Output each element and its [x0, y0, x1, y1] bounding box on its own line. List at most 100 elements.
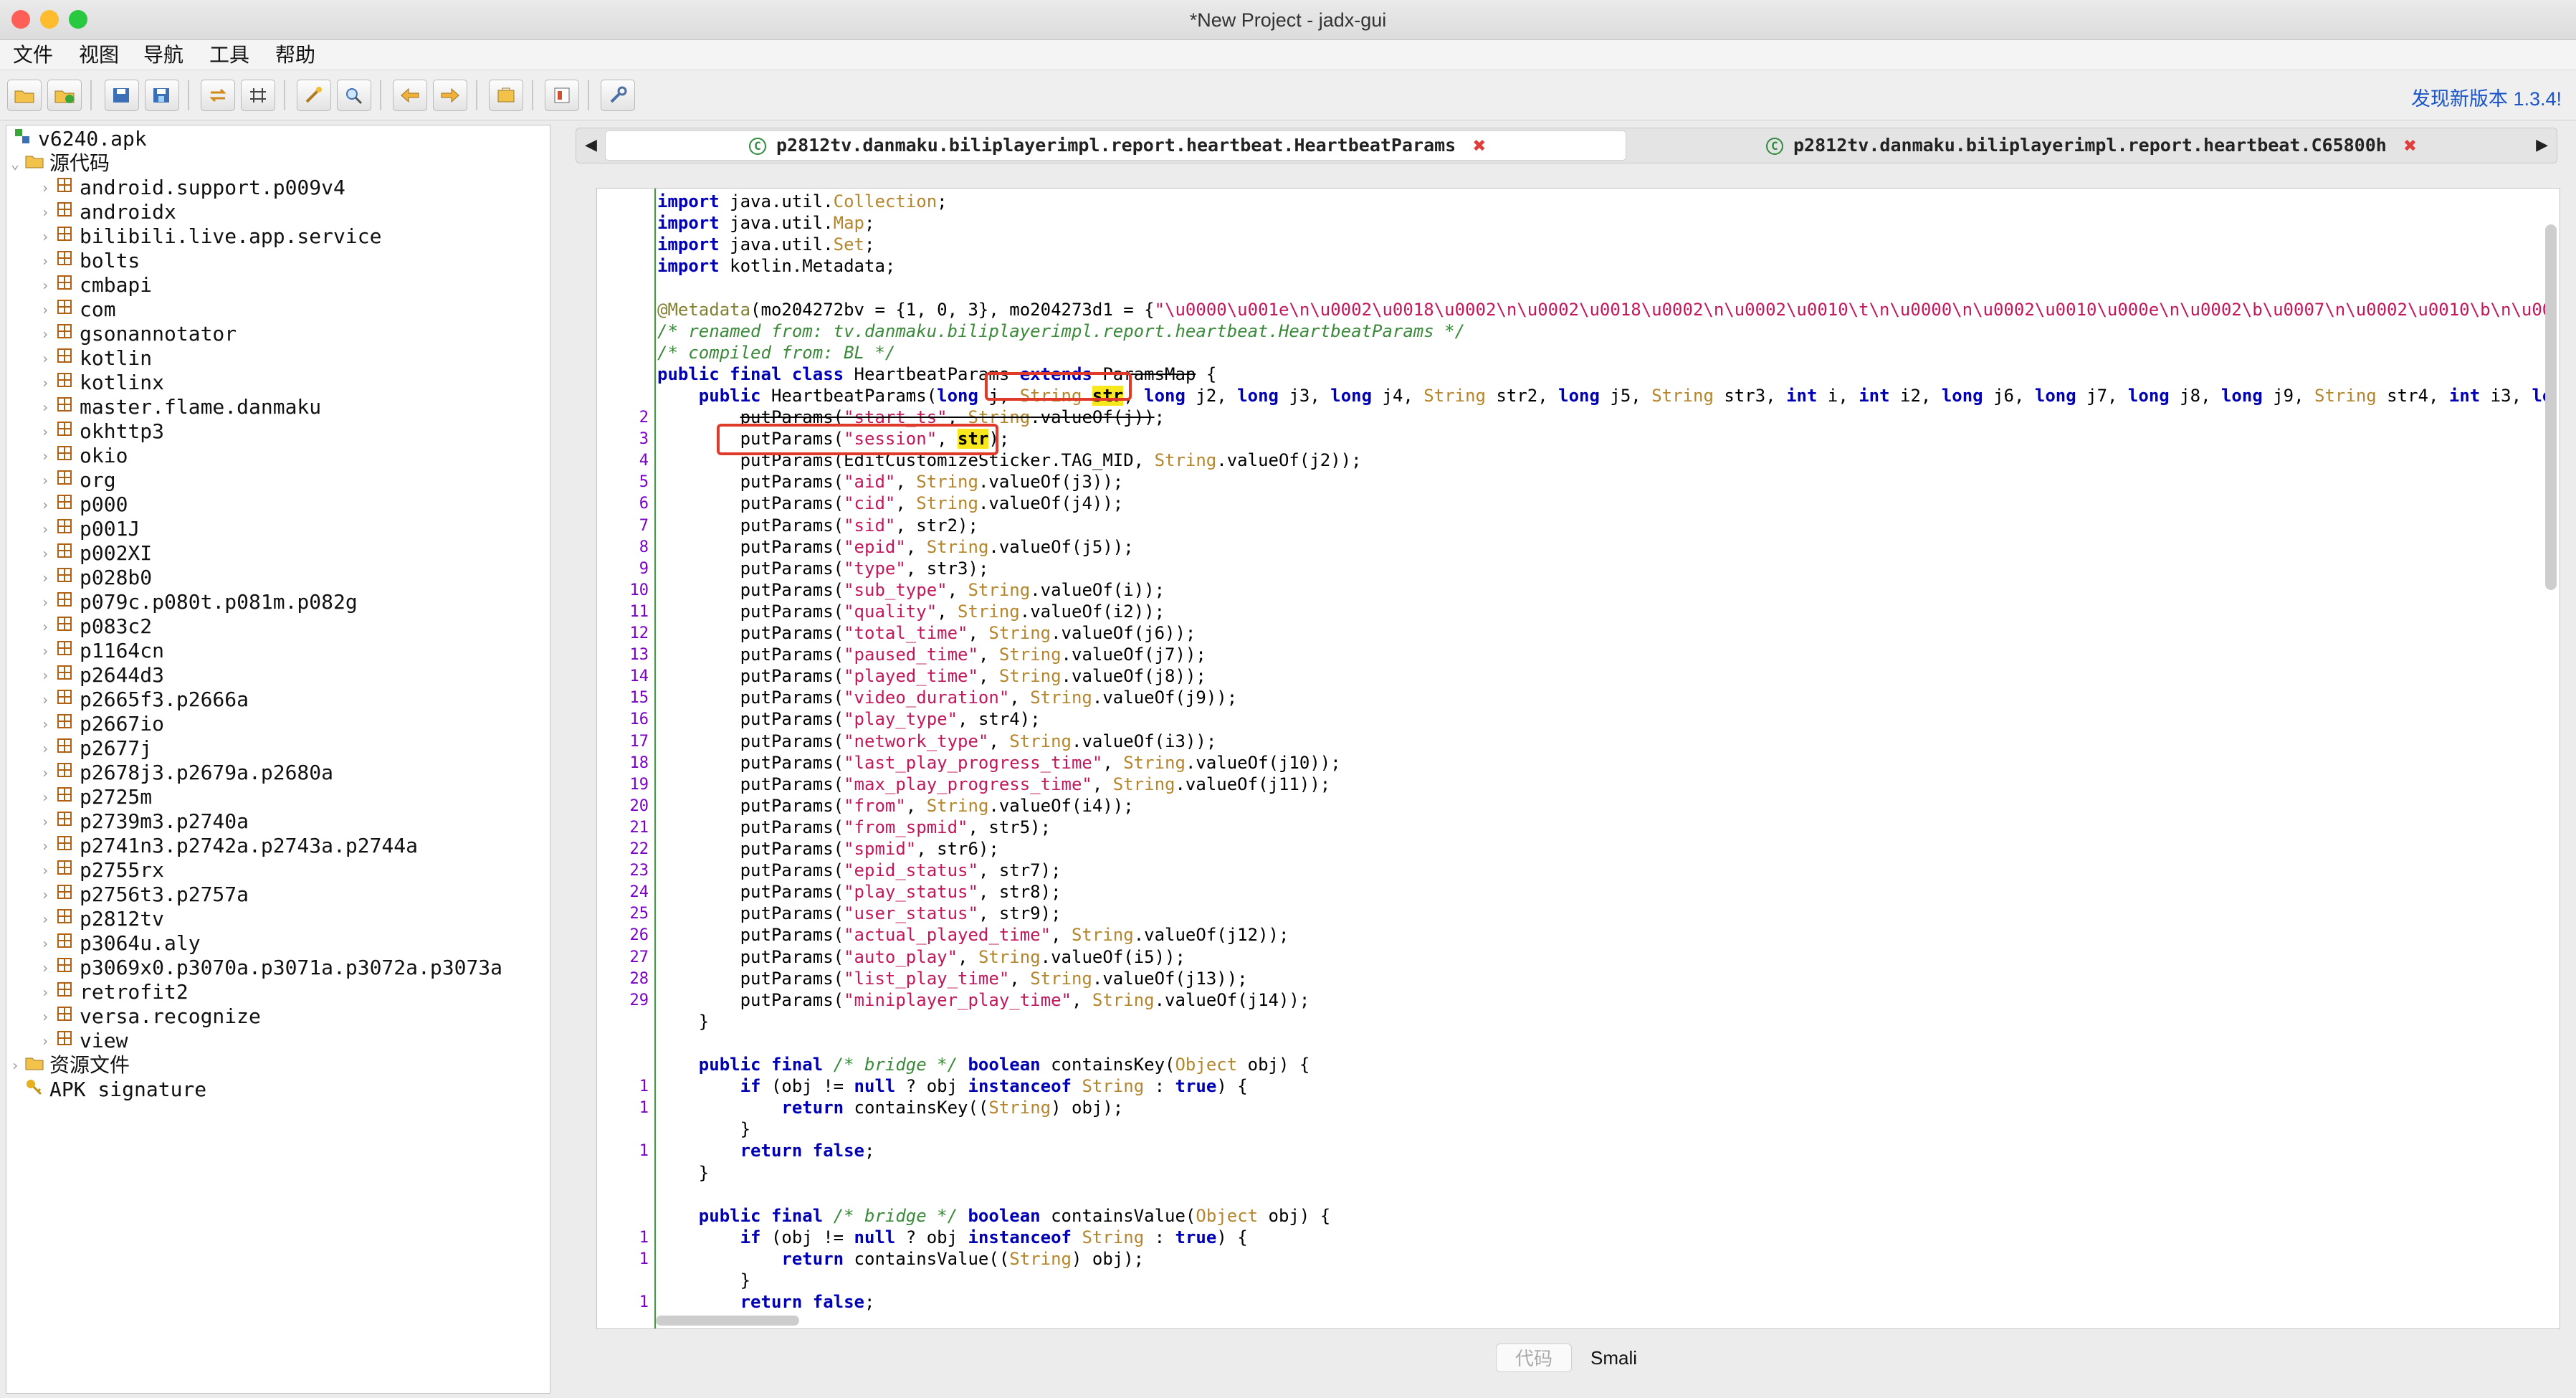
tree-item-package[interactable]: › p083c2: [6, 614, 550, 639]
decompile-icon[interactable]: [489, 80, 523, 111]
tree-item-package[interactable]: › retrofit2: [6, 980, 550, 1004]
collapse-arrow-icon[interactable]: ›: [38, 639, 52, 663]
save-icon[interactable]: [105, 80, 139, 111]
preferences-icon[interactable]: [601, 80, 635, 111]
tree-item-package[interactable]: › androidx: [6, 200, 550, 224]
collapse-arrow-icon[interactable]: ›: [38, 1004, 52, 1029]
menu-file[interactable]: 文件: [13, 40, 53, 70]
tree-item-signature[interactable]: APK signature: [6, 1078, 550, 1102]
tree-item-package[interactable]: › p2665f3.p2666a: [6, 688, 550, 712]
tree-item-package[interactable]: › okio: [6, 444, 550, 468]
tree-item-package[interactable]: › org: [6, 468, 550, 493]
collapse-arrow-icon[interactable]: ›: [38, 371, 52, 395]
log-viewer-icon[interactable]: [545, 80, 579, 111]
menu-tools[interactable]: 工具: [209, 40, 249, 70]
wand-icon[interactable]: [297, 80, 331, 111]
tab-scroll-right-icon[interactable]: ▶: [2536, 135, 2548, 154]
collapse-arrow-icon[interactable]: ›: [38, 566, 52, 590]
collapse-arrow-icon[interactable]: ›: [38, 322, 52, 346]
tree-item-package[interactable]: › p079c.p080t.p081m.p082g: [6, 590, 550, 614]
forward-arrow-icon[interactable]: [433, 80, 467, 111]
tree-item-package[interactable]: › p2644d3: [6, 663, 550, 688]
save-all-icon[interactable]: [145, 80, 179, 111]
code-area[interactable]: import java.util.Collection; import java.…: [656, 189, 2548, 1328]
tree-item-package[interactable]: › p2812tv: [6, 907, 550, 931]
code-view-tab[interactable]: 代码: [1496, 1344, 1573, 1372]
menu-help[interactable]: 帮助: [275, 40, 315, 70]
tree-item-package[interactable]: › p2725m: [6, 785, 550, 809]
collapse-arrow-icon[interactable]: ›: [38, 858, 52, 883]
tree-item-package[interactable]: › master.flame.danmaku: [6, 395, 550, 419]
collapse-arrow-icon[interactable]: ›: [38, 736, 52, 761]
collapse-arrow-icon[interactable]: ›: [38, 419, 52, 444]
collapse-arrow-icon[interactable]: ›: [38, 176, 52, 200]
collapse-arrow-icon[interactable]: ›: [38, 931, 52, 956]
add-file-icon[interactable]: [47, 80, 82, 111]
project-tree[interactable]: v6240.apk ⌄ 源代码 › android.support.p009v4 › and…: [6, 125, 550, 1394]
collapse-arrow-icon[interactable]: ›: [38, 346, 52, 371]
tree-item-package[interactable]: › p2678j3.p2679a.p2680a: [6, 761, 550, 785]
tree-item-package[interactable]: › p3064u.aly: [6, 931, 550, 956]
collapse-arrow-icon[interactable]: ›: [38, 907, 52, 931]
collapse-arrow-icon[interactable]: ›: [38, 298, 52, 322]
collapse-arrow-icon[interactable]: ›: [38, 956, 52, 980]
tree-item-package[interactable]: › p2741n3.p2742a.p2743a.p2744a: [6, 834, 550, 858]
tree-item-package[interactable]: › p002XI: [6, 541, 550, 566]
collapse-arrow-icon[interactable]: ›: [38, 590, 52, 614]
collapse-arrow-icon[interactable]: ›: [38, 541, 52, 566]
collapse-arrow-icon[interactable]: ›: [38, 980, 52, 1004]
tree-item-source[interactable]: ⌄ 源代码: [6, 151, 550, 176]
tree-item-package[interactable]: › p2756t3.p2757a: [6, 883, 550, 907]
collapse-arrow-icon[interactable]: ›: [38, 517, 52, 541]
tree-item-package[interactable]: › bolts: [6, 249, 550, 273]
tree-item-package[interactable]: › p1164cn: [6, 639, 550, 663]
update-notice-link[interactable]: 发现新版本 1.3.4!: [2411, 83, 2562, 111]
collapse-arrow-icon[interactable]: ›: [38, 1029, 52, 1053]
collapse-arrow-icon[interactable]: ›: [38, 761, 52, 785]
open-folder-icon[interactable]: [7, 80, 42, 111]
smali-view-tab[interactable]: Smali: [1572, 1344, 1656, 1372]
expand-icon[interactable]: [241, 80, 275, 111]
tree-item-package[interactable]: › android.support.p009v4: [6, 176, 550, 200]
panel-splitter[interactable]: [551, 125, 560, 1394]
collapse-arrow-icon[interactable]: ›: [38, 614, 52, 639]
tree-item-package[interactable]: › p3069x0.p3070a.p3071a.p3072a.p3073a: [6, 956, 550, 980]
expand-arrow-icon[interactable]: ⌄: [8, 151, 22, 176]
tree-item-package[interactable]: › p2755rx: [6, 858, 550, 883]
collapse-arrow-icon[interactable]: ›: [38, 249, 52, 273]
tab-c65800h[interactable]: Cp2812tv.danmaku.biliplayerimpl.report.h…: [1766, 131, 2417, 160]
tree-item-package[interactable]: › gsonannotator: [6, 322, 550, 346]
collapse-arrow-icon[interactable]: ›: [38, 444, 52, 468]
menu-view[interactable]: 视图: [79, 40, 119, 70]
menu-navigate[interactable]: 导航: [143, 40, 183, 70]
tree-item-package[interactable]: › view: [6, 1029, 550, 1053]
collapse-arrow-icon[interactable]: ›: [38, 883, 52, 907]
collapse-arrow-icon[interactable]: ›: [38, 224, 52, 249]
tree-item-package[interactable]: › kotlinx: [6, 371, 550, 395]
tab-scroll-left-icon[interactable]: ◀: [585, 135, 597, 154]
tree-item-package[interactable]: › p2667io: [6, 712, 550, 736]
tree-item-package[interactable]: › cmbapi: [6, 273, 550, 298]
tree-item-package[interactable]: › p001J: [6, 517, 550, 541]
tree-item-package[interactable]: › okhttp3: [6, 419, 550, 444]
collapse-arrow-icon[interactable]: ›: [38, 809, 52, 834]
tree-item-package[interactable]: › versa.recognize: [6, 1004, 550, 1029]
back-arrow-icon[interactable]: [393, 80, 427, 111]
collapse-arrow-icon[interactable]: ›: [38, 688, 52, 712]
collapse-arrow-icon[interactable]: ›: [38, 785, 52, 809]
tree-item-package[interactable]: › p000: [6, 493, 550, 517]
tree-item-package[interactable]: › bilibili.live.app.service: [6, 224, 550, 249]
collapse-arrow-icon[interactable]: ›: [38, 468, 52, 493]
close-tab-icon[interactable]: ✖: [1473, 133, 1486, 158]
collapse-arrow-icon[interactable]: ›: [38, 712, 52, 736]
collapse-arrow-icon[interactable]: ›: [38, 663, 52, 688]
collapse-arrow-icon[interactable]: ›: [8, 1053, 22, 1078]
code-editor[interactable]: 2 3 4 5 6 7 8 9 10 11 12 13 14 15 16 17 18 19 20 21 22 23 24 25…: [596, 188, 2560, 1329]
tree-item-package[interactable]: › p028b0: [6, 566, 550, 590]
collapse-arrow-icon[interactable]: ›: [38, 200, 52, 224]
tree-root-apk[interactable]: v6240.apk: [6, 127, 550, 151]
search-icon[interactable]: [337, 80, 371, 111]
tree-item-package[interactable]: › p2677j: [6, 736, 550, 761]
tree-item-package[interactable]: › kotlin: [6, 346, 550, 371]
horizontal-scrollbar[interactable]: [656, 1316, 799, 1326]
